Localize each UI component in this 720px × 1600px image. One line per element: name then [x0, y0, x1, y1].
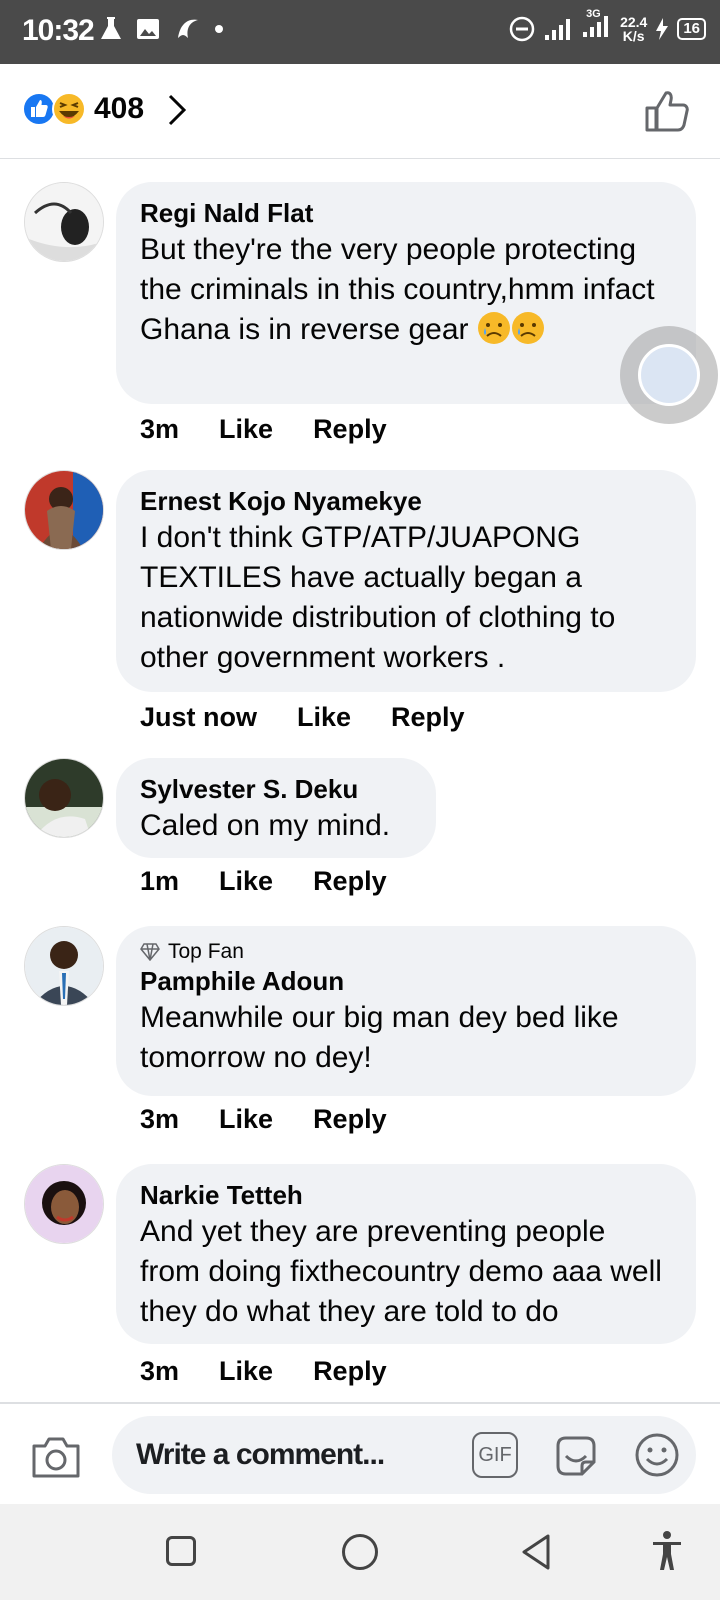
- status-right-icons: 3G 22.4 K/s 16: [508, 8, 706, 44]
- comment-time: 3m: [140, 1104, 180, 1134]
- back-icon[interactable]: [518, 1532, 554, 1572]
- haha-reaction-icon: [52, 92, 86, 126]
- like-button[interactable]: Like: [219, 866, 273, 897]
- comment-author[interactable]: Narkie Tetteh: [140, 1178, 672, 1212]
- comment-actions: 3m Like Reply: [140, 1104, 427, 1135]
- sad-tear-emoji-icon: [511, 312, 544, 344]
- avatar[interactable]: [24, 1164, 104, 1244]
- comment-actions: Just now Like Reply: [140, 702, 505, 733]
- comment-author[interactable]: Ernest Kojo Nyamekye: [140, 484, 672, 518]
- avatar[interactable]: [24, 926, 104, 1006]
- comment-bubble[interactable]: Regi Nald Flat But they're the very peop…: [116, 182, 696, 404]
- comment-bubble[interactable]: Sylvester S. Deku Caled on my mind.: [116, 758, 436, 858]
- like-button[interactable]: Like: [219, 1356, 273, 1387]
- comment-text: But they're the very people protecting t…: [140, 233, 655, 346]
- comment-input[interactable]: Write a comment... GIF: [112, 1416, 696, 1494]
- flask-icon: [101, 17, 121, 39]
- like-button[interactable]: Like: [219, 1104, 273, 1135]
- top-fan-badge: Top Fan: [140, 940, 672, 964]
- accessibility-icon[interactable]: [650, 1530, 684, 1572]
- comment-text: Caled on my mind.: [140, 809, 391, 842]
- charging-icon: [656, 17, 669, 40]
- signal-icon: [545, 18, 571, 40]
- comments-sheet: 408 Regi Nald Flat But they're the very …: [0, 64, 720, 1404]
- comment-author[interactable]: Sylvester S. Deku: [140, 772, 412, 806]
- home-button[interactable]: [342, 1534, 378, 1570]
- dnd-icon: [509, 16, 535, 41]
- gif-button[interactable]: GIF: [472, 1432, 518, 1478]
- comment-author[interactable]: Regi Nald Flat: [140, 196, 672, 230]
- avatar[interactable]: [24, 470, 104, 550]
- sticker-icon[interactable]: [552, 1432, 600, 1480]
- like-reaction-icon: [22, 92, 56, 126]
- comment-time: Just now: [140, 702, 258, 732]
- diamond-icon: [140, 943, 160, 961]
- comment-bubble[interactable]: Top Fan Pamphile Adoun Meanwhile our big…: [116, 926, 696, 1096]
- dot-icon: [215, 25, 223, 33]
- like-outline-icon[interactable]: [644, 88, 690, 134]
- comment-time: 3m: [140, 1356, 180, 1386]
- emoji-icon[interactable]: [634, 1432, 680, 1478]
- comment-actions: 1m Like Reply: [140, 866, 427, 897]
- network-type: 3G: [586, 8, 601, 20]
- avatar[interactable]: [24, 182, 104, 262]
- comment-actions: 3m Like Reply: [140, 414, 427, 445]
- reply-button[interactable]: Reply: [313, 1356, 387, 1387]
- reactions-count: 408: [94, 92, 145, 125]
- comment-time: 1m: [140, 866, 180, 896]
- reactions-bar[interactable]: 408: [0, 64, 720, 159]
- recents-button[interactable]: [166, 1536, 196, 1566]
- assistive-touch-button[interactable]: [620, 326, 718, 424]
- comment-composer: Write a comment... GIF: [0, 1402, 720, 1506]
- comment-input-placeholder: Write a comment...: [136, 1438, 385, 1471]
- comment-text: I don't think GTP/ATP/JUAPONG TEXTILES h…: [140, 521, 616, 674]
- like-button[interactable]: Like: [219, 414, 273, 445]
- camera-icon[interactable]: [30, 1434, 82, 1480]
- app-icon: [178, 19, 198, 38]
- status-bar: 10:32 3G 22.4 K/s 16: [0, 0, 720, 64]
- comment-author[interactable]: Pamphile Adoun: [140, 964, 672, 998]
- comment-actions: 3m Like Reply: [140, 1356, 427, 1387]
- system-nav-bar: [0, 1504, 720, 1600]
- status-left-icons: [100, 16, 224, 42]
- comment-text: And yet they are preventing people from …: [140, 1215, 662, 1328]
- battery-indicator: 16: [677, 17, 706, 40]
- reply-button[interactable]: Reply: [313, 866, 387, 897]
- comment-time: 3m: [140, 414, 180, 444]
- reply-button[interactable]: Reply: [313, 1104, 387, 1135]
- comment-bubble[interactable]: Narkie Tetteh And yet they are preventin…: [116, 1164, 696, 1344]
- reply-button[interactable]: Reply: [313, 414, 387, 445]
- sad-tear-emoji-icon: [477, 312, 510, 344]
- comment-bubble[interactable]: Ernest Kojo Nyamekye I don't think GTP/A…: [116, 470, 696, 692]
- network-speed: 22.4 K/s: [620, 13, 648, 44]
- like-button[interactable]: Like: [297, 702, 351, 733]
- comment-text: Meanwhile our big man dey bed like tomor…: [140, 1001, 619, 1074]
- status-time: 10:32: [22, 14, 95, 47]
- reactions-icons: [22, 92, 86, 126]
- reply-button[interactable]: Reply: [391, 702, 465, 733]
- avatar[interactable]: [24, 758, 104, 838]
- chevron-right-icon[interactable]: [166, 90, 188, 130]
- image-icon: [137, 19, 159, 39]
